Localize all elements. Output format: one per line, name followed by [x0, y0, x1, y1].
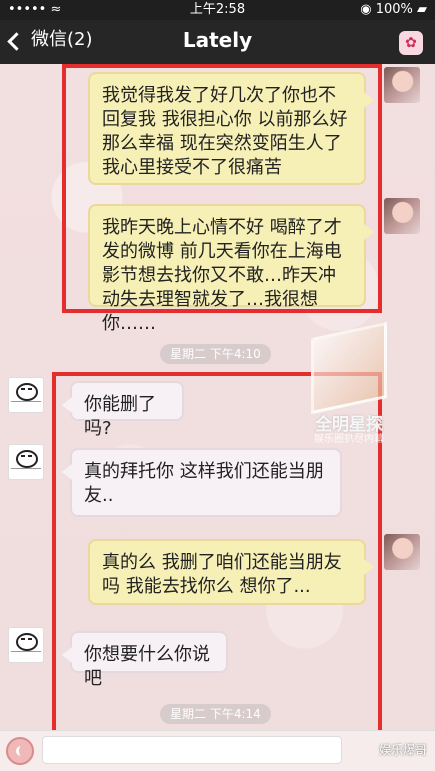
doodle-eye-icon: [21, 455, 25, 457]
input-bar: 娱乐爆哥: [0, 730, 435, 771]
time-separator: 星期二 下午4:10: [160, 344, 271, 364]
chat-title: Lately: [182, 28, 253, 52]
message-bubble-incoming[interactable]: 你想要什么你说吧: [62, 631, 228, 689]
doodle-eye-icon: [28, 455, 32, 457]
chat-area[interactable]: 全明星探 娱乐圈扒尽内幕 我觉得我发了好几次了你也不回复我 我很担心你 以前那么…: [0, 64, 435, 730]
doodle-face-icon: [16, 383, 38, 401]
doodle-eye-icon: [28, 638, 32, 640]
message-bubble-outgoing[interactable]: 我昨天晚上心情不好 喝醉了才发的微博 前几天看你在上海电影节想去找你又不敢…昨天…: [88, 204, 374, 334]
time-separator: 星期二 下午4:14: [160, 704, 271, 724]
message-bubble-outgoing[interactable]: 我觉得我发了好几次了你也不回复我 我很担心你 以前那么好那么幸福 现在突然变陌生…: [88, 72, 374, 185]
watermark-box-icon: [311, 321, 387, 415]
doodle-face-icon: [16, 450, 38, 468]
status-bar: ••••• ≈ 上午2:58 ◉ 100% ▰: [0, 0, 435, 20]
voice-input-button[interactable]: [6, 737, 34, 765]
contact-avatar[interactable]: [8, 627, 44, 663]
self-avatar[interactable]: [384, 198, 420, 234]
contact-avatar[interactable]: [8, 444, 44, 480]
battery-status: ◉ 100% ▰: [360, 2, 427, 17]
doodle-caption-line: [11, 651, 41, 660]
message-bubble-incoming[interactable]: 你能删了吗?: [62, 381, 184, 439]
message-bubble-outgoing[interactable]: 真的么 我删了咱们还能当朋友吗 我能去找你么 想你了...: [88, 539, 374, 605]
watermark-sublabel: 娱乐圈扒尽内幕: [314, 434, 384, 445]
doodle-caption-line: [11, 401, 41, 410]
doodle-face-icon: [16, 633, 38, 651]
doodle-eye-icon: [21, 638, 25, 640]
doodle-eye-icon: [28, 388, 32, 390]
navigation-bar: 微信(2) Lately ✿: [0, 20, 435, 64]
watermark-logo: 全明星探 娱乐圈扒尽内幕: [305, 321, 393, 450]
message-bubble-incoming[interactable]: 真的拜托你 这样我们还能当朋友..: [62, 448, 342, 517]
contact-avatar[interactable]: [8, 377, 44, 413]
self-avatar[interactable]: [384, 534, 420, 570]
doodle-eye-icon: [21, 388, 25, 390]
sticker-icon[interactable]: ✿: [399, 31, 423, 55]
message-input[interactable]: [42, 736, 342, 764]
self-avatar[interactable]: [384, 67, 420, 103]
corner-watermark: 娱乐爆哥: [378, 743, 427, 757]
doodle-caption-line: [11, 468, 41, 477]
